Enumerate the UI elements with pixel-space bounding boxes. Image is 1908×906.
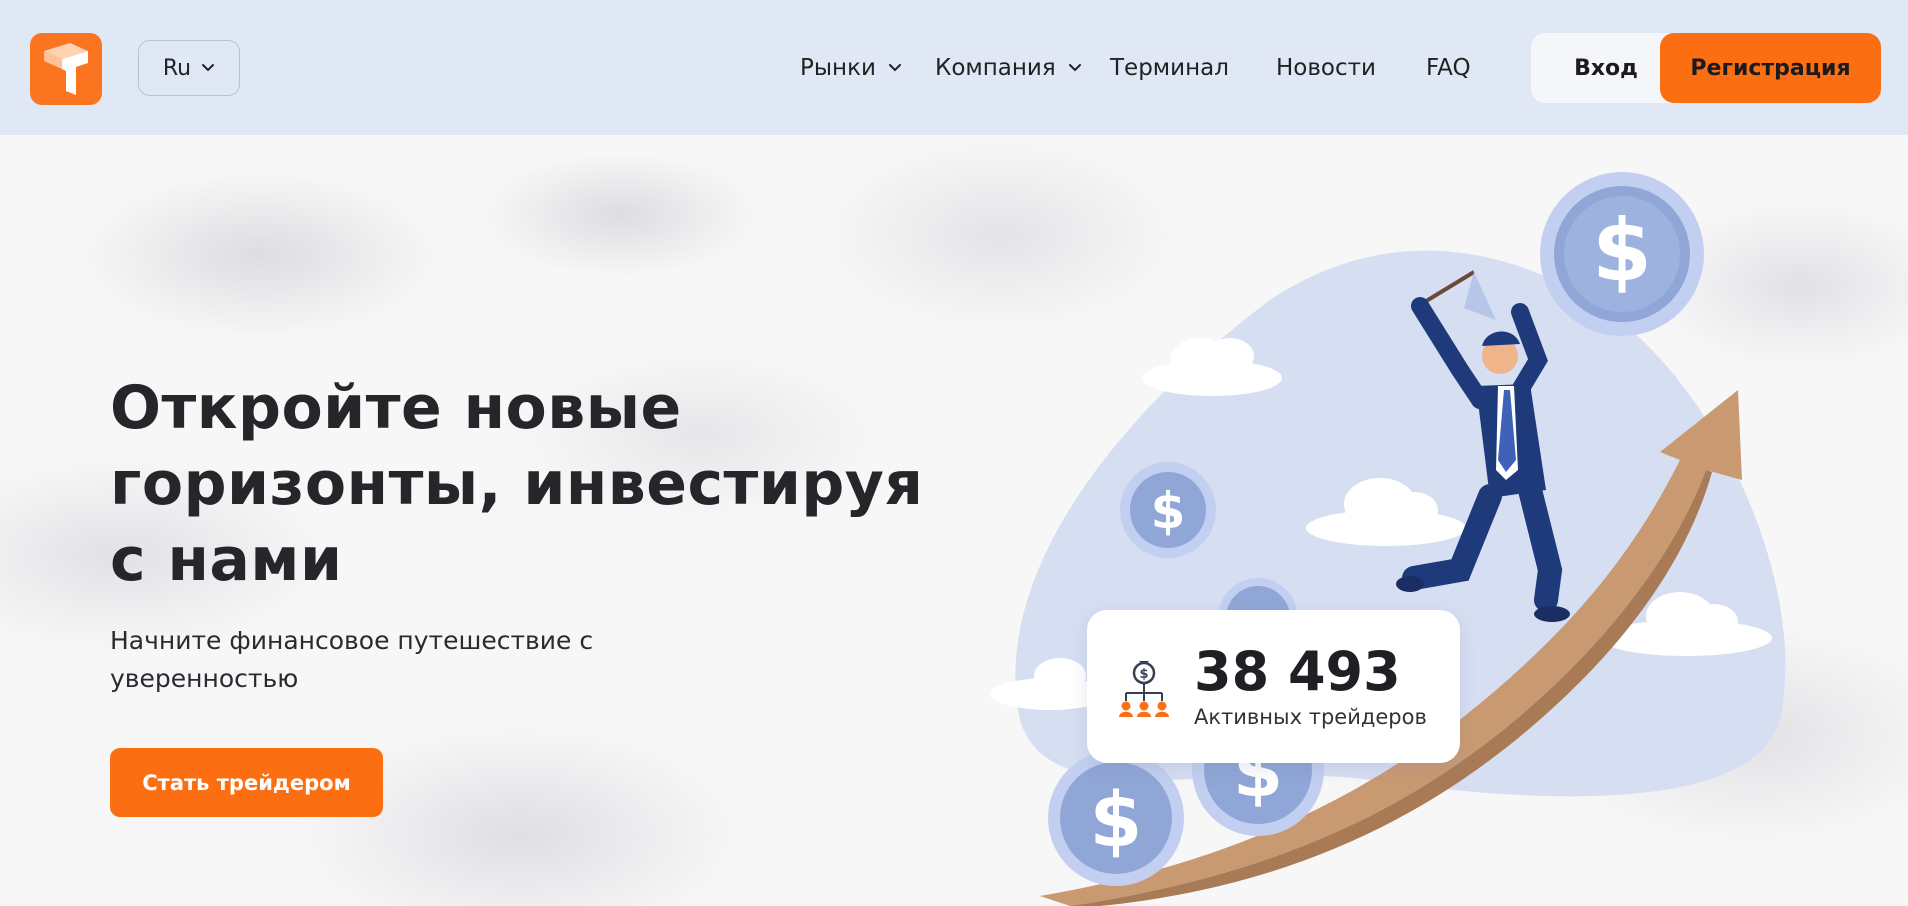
nav-item-markets[interactable]: Рынки	[800, 40, 902, 96]
brand-logo-icon[interactable]	[30, 33, 102, 105]
hero-illustration: $ $ $ $	[990, 172, 1786, 906]
active-traders-count: 38 493	[1194, 640, 1401, 703]
login-button[interactable]: Вход	[1531, 33, 1681, 103]
active-traders-label: Активных трейдеров	[1194, 705, 1427, 729]
nav-item-label: Компания	[935, 55, 1056, 81]
dollar-coin-icon: $	[1540, 172, 1704, 336]
language-label: Ru	[162, 55, 192, 81]
chevron-down-icon	[202, 64, 215, 72]
nav-item-label: Рынки	[800, 55, 876, 81]
svg-text:$: $	[1592, 201, 1652, 301]
hero-subtitle: Начните финансовое путешествие с уверенн…	[110, 622, 670, 698]
hero-title: Откройте новые горизонты, инвестируя с н…	[110, 370, 930, 598]
chevron-down-icon	[888, 64, 901, 72]
hero-subtitle-line: Начните финансовое путешествие с	[110, 626, 594, 655]
hero-title-line: Откройте новые	[110, 373, 682, 443]
nav-item-news[interactable]: Новости	[1276, 40, 1376, 96]
chevron-down-icon	[1068, 64, 1081, 72]
active-traders-card: $ 38 493 Активных трейдеров	[1087, 610, 1460, 763]
hero-subtitle-line: уверенностью	[110, 664, 299, 693]
site-header: Ru Рынки Компания Терминал Новости FAQ В…	[0, 0, 1908, 135]
language-selector[interactable]: Ru	[138, 40, 240, 96]
dollar-coin-icon: $	[1120, 462, 1216, 558]
nav-item-faq[interactable]: FAQ	[1426, 40, 1471, 96]
nav-item-company[interactable]: Компания	[935, 40, 1082, 96]
nav-item-label: Новости	[1276, 55, 1376, 81]
svg-text:$: $	[1151, 482, 1186, 540]
nav-item-label: Терминал	[1110, 55, 1229, 81]
dollar-coin-icon: $	[1048, 750, 1184, 886]
become-trader-button[interactable]: Стать трейдером	[110, 748, 383, 817]
svg-text:$: $	[1090, 775, 1143, 864]
hero-title-line: с нами	[110, 525, 343, 595]
hero-title-line: горизонты, инвестируя	[110, 449, 924, 519]
register-button[interactable]: Регистрация	[1660, 33, 1881, 103]
nav-item-label: FAQ	[1426, 55, 1471, 81]
svg-text:$: $	[1139, 667, 1148, 682]
money-bag-network-icon: $	[1119, 661, 1169, 717]
nav-item-terminal[interactable]: Терминал	[1110, 40, 1229, 96]
